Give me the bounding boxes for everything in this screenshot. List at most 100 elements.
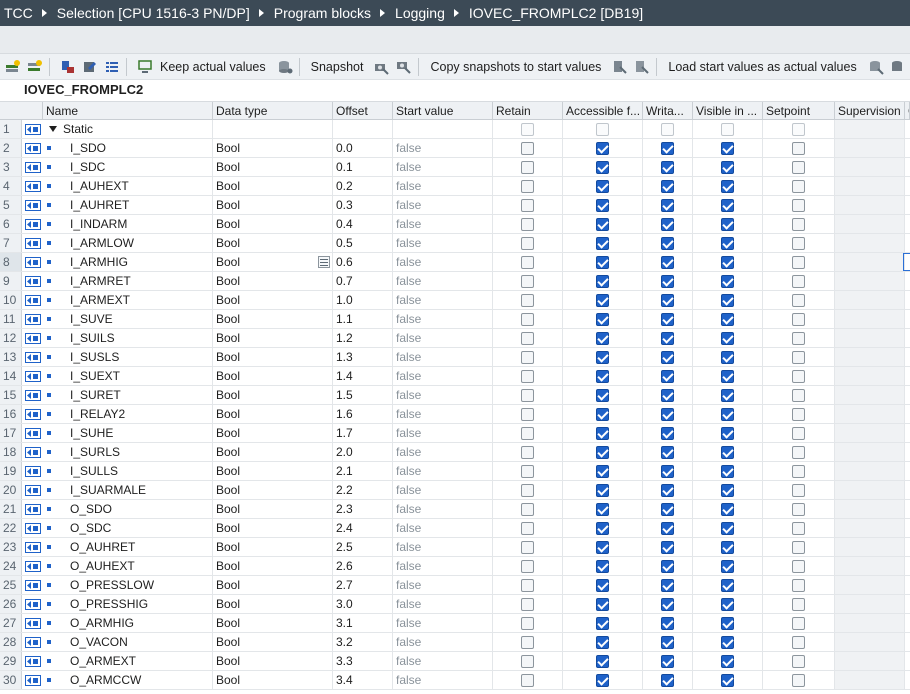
accessible-cell[interactable] [563, 234, 643, 252]
accessible-cell[interactable] [563, 500, 643, 518]
accessible-checkbox[interactable] [596, 540, 609, 554]
writable-checkbox[interactable] [661, 483, 674, 497]
table-row[interactable]: 17 I_SUHE Bool 1.7 false [0, 424, 910, 443]
data-type-cell[interactable]: Bool [213, 386, 333, 404]
accessible-checkbox[interactable] [596, 635, 609, 649]
collapse-triangle-icon[interactable] [49, 126, 57, 132]
start-value-cell[interactable]: false [393, 538, 493, 556]
accessible-cell[interactable] [563, 120, 643, 138]
accessible-cell[interactable] [563, 253, 643, 271]
writable-cell[interactable] [643, 348, 693, 366]
add-row-icon[interactable] [26, 58, 44, 76]
supervision-cell[interactable] [835, 481, 905, 499]
accessible-checkbox[interactable] [596, 293, 609, 307]
visible-cell[interactable] [693, 196, 763, 214]
setpoint-checkbox[interactable] [792, 445, 805, 459]
start-value-cell[interactable] [393, 120, 493, 138]
accessible-checkbox[interactable] [596, 274, 609, 288]
data-type-cell[interactable]: Bool [213, 652, 333, 670]
setpoint-cell[interactable] [763, 576, 835, 594]
start-value-cell[interactable]: false [393, 386, 493, 404]
retain-cell[interactable] [493, 158, 563, 176]
visible-cell[interactable] [693, 614, 763, 632]
setpoint-checkbox[interactable] [792, 578, 805, 592]
setpoint-cell[interactable] [763, 196, 835, 214]
visible-checkbox[interactable] [721, 464, 734, 478]
data-type-cell[interactable]: Bool [213, 595, 333, 613]
table-row[interactable]: 21 O_SDO Bool 2.3 false [0, 500, 910, 519]
retain-checkbox[interactable] [521, 578, 534, 592]
start-value-cell[interactable]: false [393, 158, 493, 176]
visible-checkbox[interactable] [721, 369, 734, 383]
supervision-cell[interactable] [835, 424, 905, 442]
supervision-cell[interactable] [835, 386, 905, 404]
accessible-checkbox[interactable] [596, 255, 609, 269]
writable-checkbox[interactable] [661, 616, 674, 630]
retain-cell[interactable] [493, 462, 563, 480]
table-row[interactable]: 24 O_AUHEXT Bool 2.6 false [0, 557, 910, 576]
visible-checkbox[interactable] [721, 559, 734, 573]
insert-row-icon[interactable] [4, 58, 22, 76]
writable-cell[interactable] [643, 557, 693, 575]
writable-cell[interactable] [643, 614, 693, 632]
setpoint-checkbox[interactable] [792, 350, 805, 364]
retain-checkbox[interactable] [521, 426, 534, 440]
load-values-icon[interactable] [867, 58, 885, 76]
retain-checkbox[interactable] [521, 369, 534, 383]
writable-cell[interactable] [643, 671, 693, 689]
visible-cell[interactable] [693, 519, 763, 537]
data-type-cell[interactable]: Bool [213, 576, 333, 594]
accessible-checkbox[interactable] [596, 312, 609, 326]
visible-checkbox[interactable] [721, 255, 734, 269]
visible-checkbox[interactable] [721, 483, 734, 497]
retain-checkbox[interactable] [521, 198, 534, 212]
retain-cell[interactable] [493, 671, 563, 689]
accessible-cell[interactable] [563, 367, 643, 385]
visible-checkbox[interactable] [721, 502, 734, 516]
retain-cell[interactable] [493, 291, 563, 309]
name-cell[interactable]: I_RELAY2 [43, 405, 213, 423]
visible-cell[interactable] [693, 671, 763, 689]
accessible-cell[interactable] [563, 557, 643, 575]
supervision-cell[interactable] [835, 405, 905, 423]
writable-checkbox[interactable] [661, 198, 674, 212]
data-type-cell[interactable]: Bool [213, 538, 333, 556]
setpoint-checkbox[interactable] [792, 540, 805, 554]
start-value-cell[interactable]: false [393, 291, 493, 309]
table-row[interactable]: 14 I_SUEXT Bool 1.4 false [0, 367, 910, 386]
accessible-cell[interactable] [563, 481, 643, 499]
accessible-checkbox[interactable] [596, 141, 609, 155]
setpoint-cell[interactable] [763, 253, 835, 271]
writable-checkbox[interactable] [661, 540, 674, 554]
header-supervision[interactable]: Supervision [835, 102, 905, 119]
setpoint-checkbox[interactable] [792, 483, 805, 497]
setpoint-cell[interactable] [763, 633, 835, 651]
retain-cell[interactable] [493, 215, 563, 233]
retain-cell[interactable] [493, 576, 563, 594]
setpoint-cell[interactable] [763, 348, 835, 366]
retain-cell[interactable] [493, 500, 563, 518]
name-cell[interactable]: O_PRESSHIG [43, 595, 213, 613]
accessible-checkbox[interactable] [596, 654, 609, 668]
data-type-cell[interactable]: Bool [213, 329, 333, 347]
header-accessible[interactable]: Accessible f... [563, 102, 643, 119]
writable-cell[interactable] [643, 519, 693, 537]
start-value-cell[interactable]: false [393, 367, 493, 385]
writable-checkbox[interactable] [661, 559, 674, 573]
writable-cell[interactable] [643, 367, 693, 385]
data-type-cell[interactable]: Bool [213, 462, 333, 480]
retain-cell[interactable] [493, 614, 563, 632]
visible-checkbox[interactable] [721, 388, 734, 402]
visible-checkbox[interactable] [721, 597, 734, 611]
data-type-cell[interactable]: Bool [213, 348, 333, 366]
start-value-cell[interactable]: false [393, 614, 493, 632]
setpoint-checkbox[interactable] [792, 217, 805, 231]
supervision-cell[interactable] [835, 367, 905, 385]
visible-checkbox[interactable] [721, 312, 734, 326]
accessible-checkbox[interactable] [596, 445, 609, 459]
visible-checkbox[interactable] [721, 521, 734, 535]
setpoint-cell[interactable] [763, 291, 835, 309]
writable-cell[interactable] [643, 215, 693, 233]
writable-checkbox[interactable] [661, 331, 674, 345]
accessible-checkbox[interactable] [596, 198, 609, 212]
